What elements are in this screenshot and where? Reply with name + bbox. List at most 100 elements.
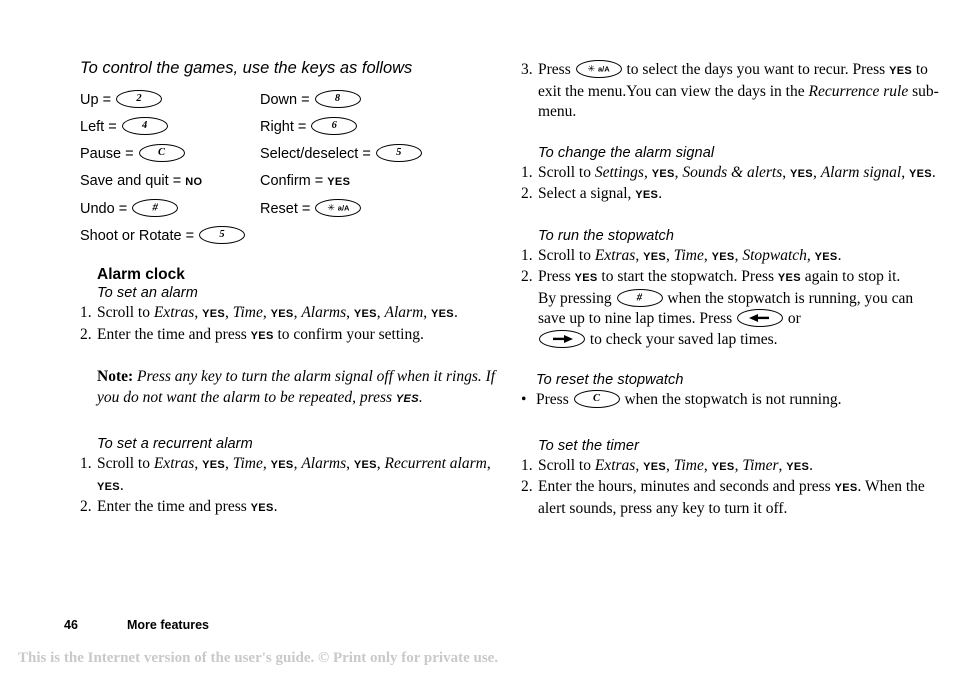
list-number: 1.	[80, 455, 92, 472]
key-label: Select/deselect =	[260, 146, 371, 162]
list-number: 1.	[521, 456, 533, 474]
list-number: 2.	[521, 185, 533, 202]
list-item: 2. Press YES to start the stopwatch. Pre…	[521, 267, 941, 350]
key-label: Reset =	[260, 201, 311, 217]
key-oval-8: 8	[314, 90, 361, 109]
run-stopwatch-heading: To run the stopwatch	[538, 227, 675, 244]
key-row-right	[260, 223, 423, 250]
list-item: 2. Enter the time and press YES.	[80, 497, 500, 519]
alarm-signal-steps: 1. Scroll to Settings, YES, Sounds & ale…	[521, 163, 941, 206]
list-item: • Press C when the stopwatch is not runn…	[521, 390, 941, 411]
key-label: Pause =	[80, 146, 134, 162]
alarm-note: Note: Press any key to turn the alarm si…	[97, 368, 496, 406]
table-row: Left = 4 Right = 6	[80, 114, 423, 141]
list-number: 3.	[521, 61, 533, 78]
list-bullet: •	[521, 391, 527, 408]
step-text: Enter the time and press YES to confirm …	[97, 325, 424, 343]
key-row-right: Reset = ✳ a/A	[260, 196, 423, 223]
set-timer-steps: 1. Scroll to Extras, YES, Time, YES, Tim…	[521, 456, 941, 520]
key-label: Down =	[260, 92, 310, 108]
step-text: Press YES to start the stopwatch. Press …	[538, 268, 914, 348]
key-oval-c: C	[138, 144, 185, 163]
games-keys-heading: To control the games, use the keys as fo…	[80, 59, 413, 77]
table-row: Undo = # Reset = ✳ a/A	[80, 196, 423, 223]
key-row-left: Pause = C	[80, 141, 260, 168]
key-oval-hash: #	[616, 288, 663, 307]
recurrent-alarm-heading: To set a recurrent alarm	[97, 436, 253, 452]
key-oval-4: 4	[121, 117, 168, 136]
table-row: Up = 2 Down = 8	[80, 87, 423, 114]
table-row: Save and quit = NO Confirm = YES	[80, 168, 423, 196]
key-row-left: Left = 4	[80, 114, 260, 141]
table-row: Pause = C Select/deselect = 5	[80, 141, 423, 168]
recurrent-alarm-steps: 1. Scroll to Extras, YES, Time, YES, Ala…	[80, 454, 500, 519]
key-oval-c: C	[573, 390, 620, 409]
key-label: Up =	[80, 92, 112, 108]
list-number: 1.	[80, 304, 92, 321]
asterisk-icon: ✳	[587, 63, 596, 74]
step-text: Enter the hours, minutes and seconds and…	[538, 478, 925, 517]
step-text: Press ✳ a/A to select the days you want …	[538, 60, 939, 120]
key-oval-star-aA: ✳ a/A	[315, 199, 362, 218]
list-item: 2. Enter the hours, minutes and seconds …	[521, 477, 941, 519]
reset-stopwatch-steps: • Press C when the stopwatch is not runn…	[521, 390, 941, 411]
list-item: 1. Scroll to Settings, YES, Sounds & ale…	[521, 163, 941, 185]
key-row-right: Select/deselect = 5	[260, 141, 423, 168]
key-oval-2: 2	[116, 90, 163, 109]
list-item: 1. Scroll to Extras, YES, Time, YES, Ala…	[80, 454, 500, 497]
list-number: 2.	[521, 478, 533, 495]
step-text: Scroll to Extras, YES, Time, YES, Alarms…	[97, 455, 491, 494]
step-text: Scroll to Extras, YES, Time, YES, Alarms…	[97, 304, 458, 321]
manual-page: To control the games, use the keys as fo…	[0, 0, 954, 679]
list-number: 2.	[80, 325, 92, 343]
alarm-signal-heading: To change the alarm signal	[538, 144, 715, 161]
step-text: Scroll to Extras, YES, Time, YES, Timer,…	[538, 456, 814, 474]
recurrence-days-step: 3. Press ✳ a/A to select the days you wa…	[521, 60, 941, 123]
key-row-right: Right = 6	[260, 114, 423, 141]
page-footer: 46 More features	[64, 618, 209, 632]
list-item: 1. Scroll to Extras, YES, Time, YES, Ala…	[80, 303, 500, 325]
list-item: 2. Enter the time and press YES to confi…	[80, 325, 500, 347]
page-number: 46	[64, 618, 78, 632]
list-item: 1. Scroll to Extras, YES, Time, YES, Tim…	[521, 456, 941, 478]
key-row-left: Undo = #	[80, 196, 260, 223]
left-arrow-key-icon	[737, 309, 784, 328]
list-number: 1.	[521, 246, 533, 264]
key-row-right: Confirm = YES	[260, 168, 423, 196]
step-text: Press C when the stopwatch is not runnin…	[536, 390, 842, 409]
list-number: 1.	[521, 163, 533, 181]
game-keys-table: Up = 2 Down = 8 Left = 4 Right = 6 Pause…	[80, 87, 423, 250]
key-row-left: Shoot or Rotate = 5	[80, 223, 260, 250]
key-label: Undo =	[80, 201, 128, 217]
list-number: 2.	[80, 498, 92, 515]
softkey-no: NO	[185, 176, 203, 188]
key-label: Save and quit =	[80, 173, 182, 189]
right-column: 3. Press ✳ a/A to select the days you wa…	[521, 60, 941, 519]
key-row-left: Up = 2	[80, 87, 260, 114]
alarm-clock-heading: Alarm clock	[97, 266, 185, 283]
key-oval-5: 5	[375, 144, 422, 163]
set-timer-heading: To set the timer	[538, 437, 639, 454]
key-label: Left =	[80, 119, 117, 135]
print-disclaimer: This is the Internet version of the user…	[18, 650, 499, 666]
left-column: To control the games, use the keys as fo…	[80, 58, 500, 519]
softkey-yes: YES	[327, 176, 351, 188]
asterisk-icon: ✳	[327, 202, 336, 213]
list-item: 1. Scroll to Extras, YES, Time, YES, Sto…	[521, 246, 941, 268]
key-label: Confirm =	[260, 173, 324, 189]
key-label: Right =	[260, 119, 307, 135]
set-alarm-heading: To set an alarm	[97, 285, 198, 301]
list-item: 2. Select a signal, YES.	[521, 184, 941, 206]
step-text: Select a signal, YES.	[538, 185, 663, 202]
step-text: Scroll to Settings, YES, Sounds & alerts…	[538, 163, 936, 181]
run-stopwatch-steps: 1. Scroll to Extras, YES, Time, YES, Sto…	[521, 246, 941, 351]
reset-stopwatch-heading: To reset the stopwatch	[536, 372, 684, 388]
list-number: 2.	[521, 268, 533, 285]
set-alarm-steps: 1. Scroll to Extras, YES, Time, YES, Ala…	[80, 303, 500, 346]
step-text: Enter the time and press YES.	[97, 498, 278, 515]
key-row-right: Down = 8	[260, 87, 423, 114]
key-row-left: Save and quit = NO	[80, 168, 260, 196]
key-oval-5b: 5	[199, 226, 246, 245]
right-arrow-key-icon	[539, 329, 585, 348]
table-row: Shoot or Rotate = 5	[80, 223, 423, 250]
